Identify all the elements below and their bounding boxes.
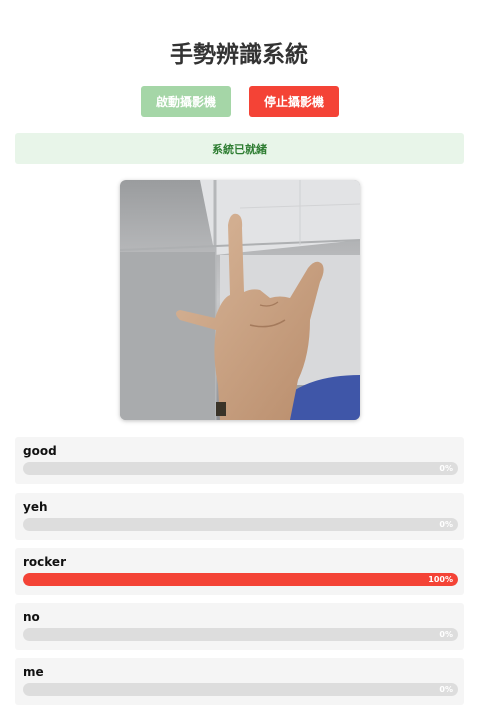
page-title: 手勢辨識系統 — [170, 42, 308, 68]
confidence-fill — [23, 573, 458, 586]
gesture-item-yeh: yeh 0% — [15, 493, 464, 540]
start-camera-button[interactable]: 啟動攝影機 — [141, 86, 231, 117]
gesture-label: good — [23, 444, 57, 458]
confidence-bar: 100% — [23, 573, 458, 586]
confidence-bar: 0% — [23, 683, 458, 696]
gesture-item-rocker: rocker 100% — [15, 548, 464, 595]
gesture-label: yeh — [23, 500, 48, 514]
stop-camera-button[interactable]: 停止攝影機 — [249, 86, 339, 117]
status-banner: 系統已就緒 — [15, 133, 464, 164]
gesture-label: me — [23, 665, 44, 679]
gesture-label: no — [23, 610, 40, 624]
confidence-bar: 0% — [23, 462, 458, 475]
confidence-percent: 0% — [439, 685, 453, 694]
webcam-frame-image — [120, 180, 360, 420]
gesture-label: rocker — [23, 555, 66, 569]
confidence-bar: 0% — [23, 518, 458, 531]
camera-view — [120, 180, 360, 420]
confidence-percent: 100% — [428, 575, 453, 584]
confidence-percent: 0% — [439, 464, 453, 473]
confidence-percent: 0% — [439, 630, 453, 639]
confidence-bar: 0% — [23, 628, 458, 641]
gesture-item-good: good 0% — [15, 437, 464, 484]
gesture-item-no: no 0% — [15, 603, 464, 650]
confidence-percent: 0% — [439, 520, 453, 529]
gesture-item-me: me 0% — [15, 658, 464, 705]
